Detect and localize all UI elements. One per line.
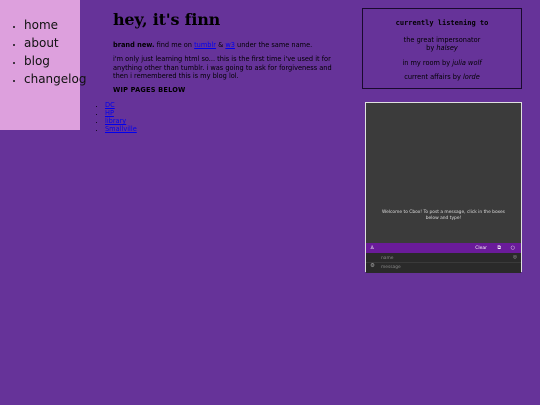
main-content: hey, it's finn brand new. find me on tum… xyxy=(113,10,345,98)
eye-icon[interactable]: ◎ xyxy=(513,255,517,260)
song-by: by xyxy=(450,72,463,81)
song-by: by xyxy=(426,44,437,53)
song-title: in my room xyxy=(402,58,440,67)
gear-icon[interactable]: ⚙ xyxy=(370,263,375,269)
song-title: current affairs xyxy=(404,72,451,81)
page-title: hey, it's finn xyxy=(113,10,221,29)
wip-link-smallville[interactable]: Smallville xyxy=(105,125,137,133)
intro-and: & xyxy=(216,41,226,49)
wip-link-dc[interactable]: DC xyxy=(105,101,115,109)
learning-paragraph: i'm only just learning html so... this i… xyxy=(113,55,332,80)
wip-link-hp[interactable]: HP xyxy=(105,109,114,117)
intro-paragraph: brand new. find me on tumblr & w3 under … xyxy=(113,41,345,49)
nav-item-about[interactable]: about xyxy=(24,34,86,52)
currently-listening-box: currently listening to the great imperso… xyxy=(362,8,522,89)
external-link-icon[interactable]: ⧉ xyxy=(497,245,501,251)
nav-link-about[interactable]: about xyxy=(24,36,59,50)
song-by: by xyxy=(439,58,453,67)
song-title: the great impersonator xyxy=(403,36,481,44)
wip-item-hp: HP xyxy=(105,109,137,117)
wip-item-dc: DC xyxy=(105,101,137,109)
nav-list: home about blog changelog xyxy=(0,16,86,88)
wip-item-smallville: Smallville xyxy=(105,125,137,133)
wip-page-list: DC HP library Smallville xyxy=(97,101,137,133)
song-item: current affairs by lorde xyxy=(363,73,521,81)
circle-icon[interactable]: ○ xyxy=(511,245,515,251)
listening-heading: currently listening to xyxy=(395,19,489,27)
cbox-chat-widget: Welcome to Cbox! To post a message, clic… xyxy=(365,102,522,273)
name-input[interactable]: name xyxy=(381,256,393,261)
user-icon[interactable]: ♙ xyxy=(370,245,374,251)
nav-item-blog[interactable]: blog xyxy=(24,52,86,70)
song-artist: halsey xyxy=(436,44,458,53)
wip-heading: WIP PAGES BELOW xyxy=(113,86,186,95)
wip-link-library[interactable]: library xyxy=(105,117,126,125)
w3-link[interactable]: w3 xyxy=(225,41,235,49)
chat-post-form: name ◎ ⚙ message xyxy=(366,253,521,273)
nav-link-changelog[interactable]: changelog xyxy=(24,72,86,86)
song-item: the great impersonator by halsey xyxy=(363,36,521,53)
sidebar-nav: home about blog changelog xyxy=(0,0,86,130)
tumblr-link[interactable]: tumblr xyxy=(194,41,216,49)
song-item: in my room by julia wolf xyxy=(363,59,521,67)
nav-link-blog[interactable]: blog xyxy=(24,54,50,68)
chat-toolbar: ♙ Clear ⧉ ○ xyxy=(366,243,521,253)
nav-item-home[interactable]: home xyxy=(24,16,86,34)
intro-text-2: under the same name. xyxy=(234,41,313,49)
nav-item-changelog[interactable]: changelog xyxy=(24,70,86,88)
chat-welcome-message: Welcome to Cbox! To post a message, clic… xyxy=(382,210,505,221)
song-artist: julia wolf xyxy=(452,58,482,67)
intro-bold: brand new. xyxy=(113,41,155,49)
chat-message-area[interactable]: Welcome to Cbox! To post a message, clic… xyxy=(366,103,521,243)
song-artist: lorde xyxy=(462,72,480,81)
clear-button[interactable]: Clear xyxy=(475,246,487,251)
message-input[interactable]: message xyxy=(381,265,401,270)
form-divider xyxy=(366,262,521,263)
nav-link-home[interactable]: home xyxy=(24,18,58,32)
wip-item-library: library xyxy=(105,117,137,125)
intro-text-1: find me on xyxy=(154,41,195,49)
